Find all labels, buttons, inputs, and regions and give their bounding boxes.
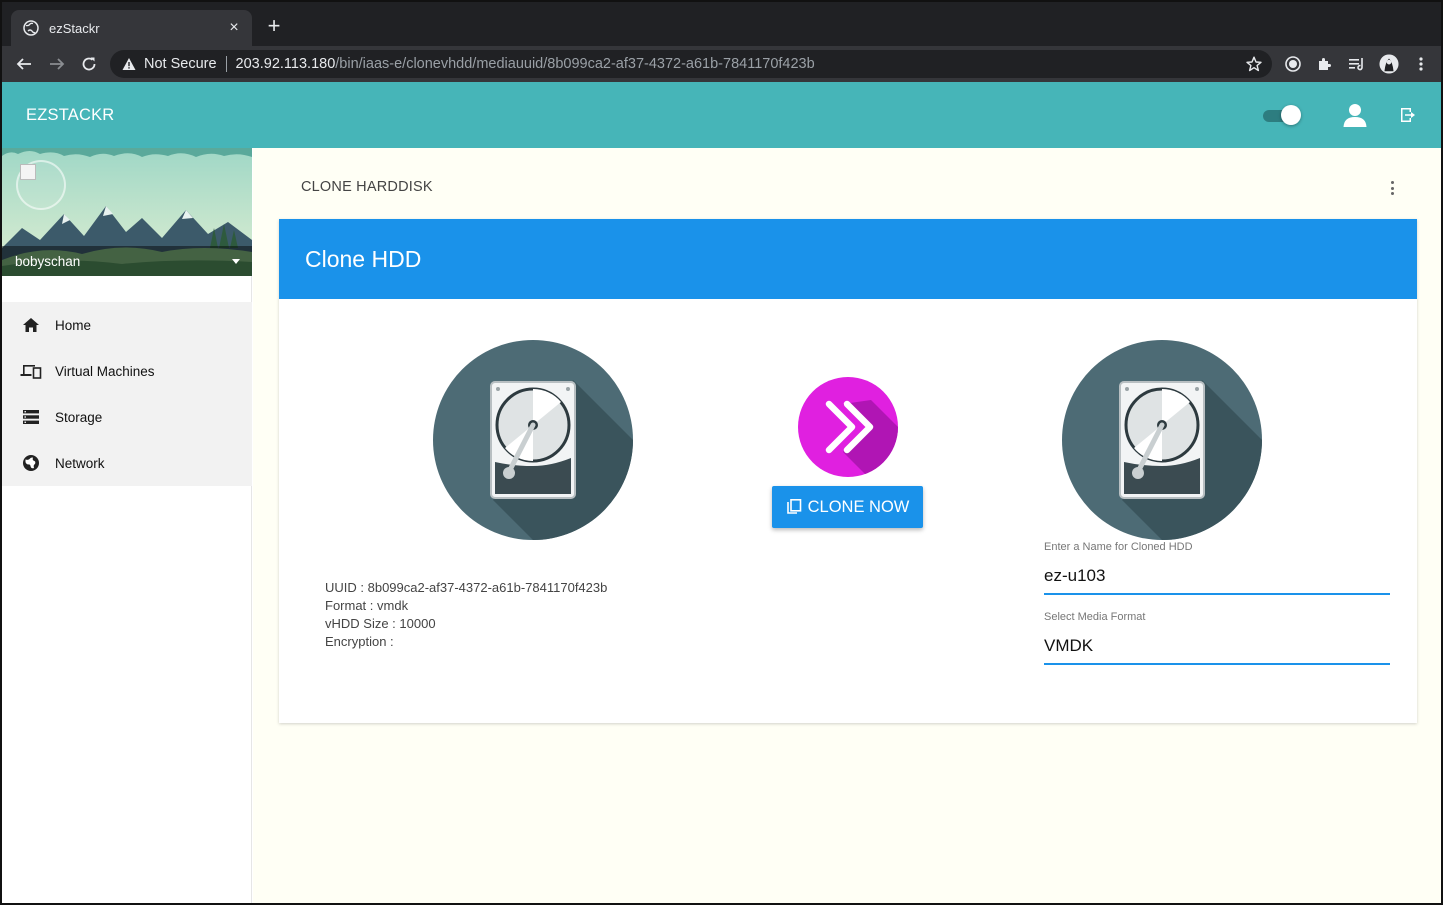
clone-card: Clone HDD CLONE NOW UUID: 8b099ca2-af37… [279,219,1417,723]
browser-menu-icon[interactable] [1411,54,1431,74]
omnibox-divider [225,56,227,72]
media-format-field: Select Media Format [1044,611,1390,665]
format-text: Format : vmdk [325,598,409,613]
sidebar-item-home[interactable]: Home [2,302,252,348]
clone-arrow-icon [797,376,899,478]
brand-title[interactable]: EZSTACKR [26,106,114,125]
profile-username[interactable]: bobyschan [15,254,80,269]
profile-banner: bobyschan [2,148,252,276]
target-hdd-icon [1062,340,1262,540]
toggle-knob [1281,105,1301,125]
theme-toggle[interactable] [1263,105,1305,125]
tab-title: ezStackr [49,20,100,36]
broken-image-icon [20,164,36,180]
devices-icon [20,360,42,382]
address-bar[interactable]: Not Secure 203.92.113.180/bin/iaas-e/clo… [110,50,1272,78]
back-button[interactable] [13,53,35,75]
media-format-label: Select Media Format [1044,611,1146,623]
globe-icon [20,452,42,474]
reload-icon [82,57,96,71]
browser-toolbar: Not Secure 203.92.113.180/bin/iaas-e/clo… [2,46,1441,82]
browser-tab[interactable]: ezStackr × [11,10,252,46]
url-path: /bin/iaas-e/clonevhdd/mediauuid/8b099ca2… [335,56,815,72]
globe-icon [23,20,39,36]
sidebar-item-storage[interactable]: Storage [2,394,252,440]
media-format-select[interactable] [1044,625,1390,665]
sidebar-item-label: Home [55,317,92,333]
tab-bar: ezStackr × + [2,2,1441,46]
encryption-text: Encryption : [325,634,394,649]
storage-icon [20,406,42,428]
warning-icon [122,58,136,70]
tab-close-icon[interactable]: × [226,19,242,37]
profile-avatar-icon[interactable] [1379,54,1399,74]
uuid-text: UUID : 8b099ca2-af37-4372-a61b-7841170f4… [325,580,608,595]
media-queue-icon[interactable] [1347,54,1367,74]
browser-window: ezStackr × + Not Secure 203.92.113.180/b… [0,0,1443,905]
size-text: vHDD Size : 10000 [325,616,436,631]
security-label: Not Secure [144,56,217,72]
clone-now-button[interactable]: CLONE NOW [772,486,923,528]
card-title: Clone HDD [305,246,422,272]
copy-icon [786,499,801,514]
user-avatar[interactable] [16,160,66,210]
home-icon [20,314,42,336]
source-disk-info: UUID : 8b099ca2-af37-4372-a61b-7841170f4… [325,579,607,651]
forward-button[interactable] [46,53,68,75]
app-header: EZSTACKR [2,82,1441,148]
clone-name-input[interactable] [1044,555,1390,595]
page-title: CLONE HARDDISK [301,179,433,195]
forward-arrow-icon [50,58,65,70]
caret-down-icon[interactable] [232,259,240,264]
reload-button[interactable] [78,53,100,75]
more-options-icon[interactable] [1388,178,1396,198]
user-icon[interactable] [1342,102,1368,128]
url-host: 203.92.113.180 [235,56,336,72]
card-header: Clone HDD [279,219,1417,299]
clone-name-label: Enter a Name for Cloned HDD [1044,541,1193,553]
main-content: CLONE HARDDISK Clone HDD CLONE NOW UUID … [253,148,1441,903]
extensions-puzzle-icon[interactable] [1315,54,1335,74]
sidebar-item-label: Virtual Machines [55,363,155,379]
sidebar-item-virtual-machines[interactable]: Virtual Machines [2,348,252,394]
sidebar-menu: Home Virtual Machines Storage Network [2,302,252,486]
clone-name-field: Enter a Name for Cloned HDD [1044,541,1390,595]
clone-button-label: CLONE NOW [807,497,910,516]
sidebar-item-network[interactable]: Network [2,440,252,486]
back-arrow-icon [16,58,31,70]
bookmark-star-icon[interactable] [1246,56,1262,72]
source-hdd-icon [433,340,633,540]
logout-icon[interactable] [1398,106,1416,124]
new-tab-button[interactable]: + [264,15,284,37]
sidebar-item-label: Storage [55,409,103,425]
sidebar: bobyschan Home Virtual Machines Storage … [2,148,252,903]
extension-record-icon[interactable] [1283,54,1303,74]
sidebar-item-label: Network [55,455,105,471]
